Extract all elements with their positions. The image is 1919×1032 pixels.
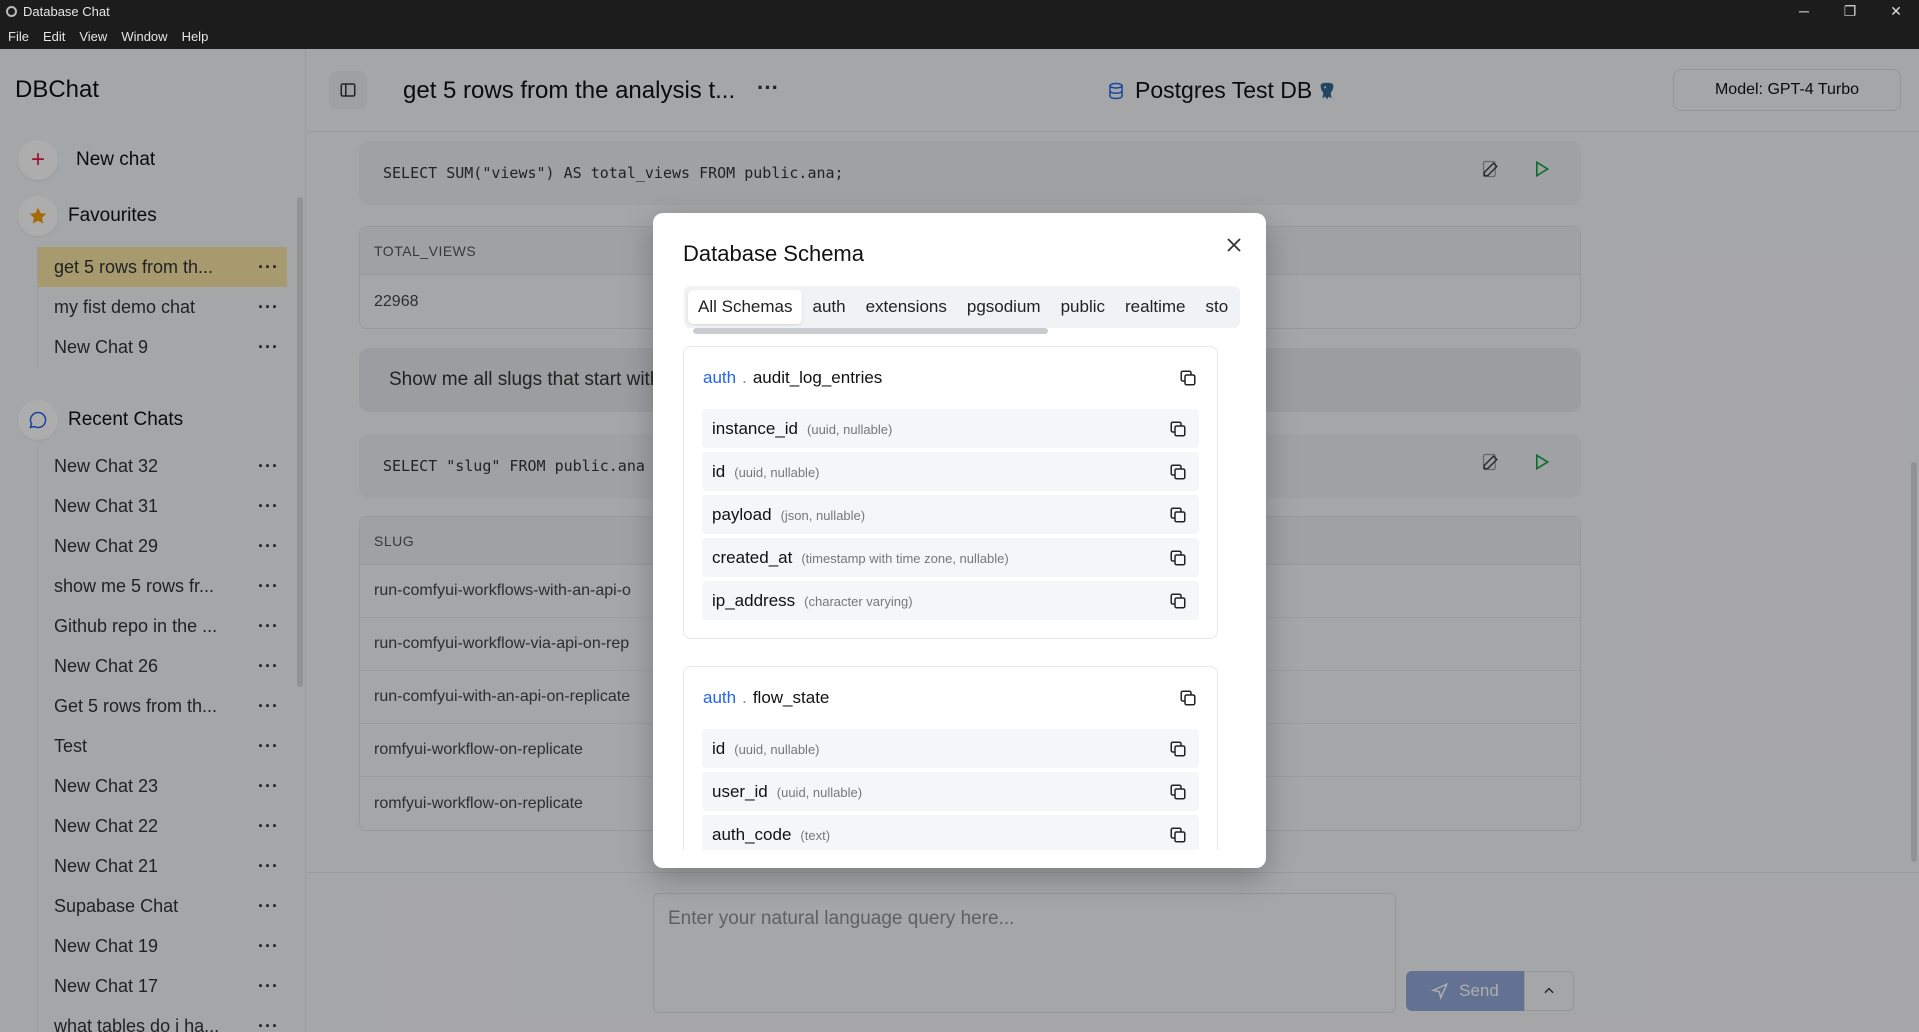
copy-icon[interactable]: [1167, 781, 1189, 803]
column-type: (uuid, nullable): [776, 784, 863, 800]
copy-icon[interactable]: [1167, 824, 1189, 846]
table-name: audit_log_entries: [752, 368, 883, 387]
column-type: (uuid, nullable): [734, 464, 820, 480]
copy-icon[interactable]: [1177, 687, 1199, 709]
column-type: (text): [800, 827, 831, 843]
app-icon: [6, 6, 17, 17]
column-info: payload (json, nullable): [712, 505, 865, 525]
column-info: id (uuid, nullable): [712, 739, 820, 759]
close-window-button[interactable]: ✕: [1873, 0, 1919, 22]
tab-extensions[interactable]: extensions: [856, 290, 957, 324]
tab-public[interactable]: public: [1051, 290, 1115, 324]
window-title: Database Chat: [23, 4, 110, 19]
dialog-title: Database Schema: [683, 241, 864, 266]
schema-tabs: All Schemas auth extensions pgsodium pub…: [684, 286, 1240, 328]
title-bar: Database Chat File Edit View Window Help…: [0, 0, 1919, 49]
copy-icon[interactable]: [1167, 590, 1189, 612]
copy-icon[interactable]: [1167, 547, 1189, 569]
menu-edit[interactable]: Edit: [43, 29, 65, 44]
column-name: payload: [712, 504, 772, 524]
column-info: instance_id (uuid, nullable): [712, 419, 892, 439]
column-row: ip_address (character varying): [702, 581, 1199, 620]
column-type: (uuid, nullable): [734, 741, 820, 757]
column-name: instance_id: [712, 418, 799, 438]
column-info: id (uuid, nullable): [712, 462, 820, 482]
column-row: user_id (uuid, nullable): [702, 772, 1199, 811]
tab-realtime[interactable]: realtime: [1115, 290, 1195, 324]
close-icon: [1227, 238, 1241, 252]
schema-table-card: auth. flow_state id (uuid, nullable) user_id…: [683, 666, 1218, 850]
column-row: instance_id (uuid, nullable): [702, 409, 1199, 448]
column-info: auth_code (text): [712, 825, 830, 845]
close-dialog-button[interactable]: [1222, 233, 1246, 257]
column-type: (json, nullable): [780, 507, 866, 523]
window-title-row: Database Chat: [0, 0, 1919, 23]
copy-icon[interactable]: [1167, 461, 1189, 483]
tab-all-schemas[interactable]: All Schemas: [688, 290, 803, 324]
schema-list: auth. audit_log_entries instance_id (uuid, …: [683, 346, 1239, 850]
column-info: user_id (uuid, nullable): [712, 782, 862, 802]
separator: .: [742, 688, 747, 707]
tab-auth[interactable]: auth: [802, 290, 855, 324]
column-name: auth_code: [712, 824, 792, 844]
column-row: created_at (timestamp with time zone, nul…: [702, 538, 1199, 577]
column-type: (character varying): [804, 593, 913, 609]
menu-file[interactable]: File: [8, 29, 29, 44]
column-row: id (uuid, nullable): [702, 729, 1199, 768]
column-type: (uuid, nullable): [807, 421, 893, 437]
table-name-header: auth. audit_log_entries: [702, 347, 1199, 409]
menu-help[interactable]: Help: [182, 29, 209, 44]
minimize-button[interactable]: ─: [1781, 0, 1827, 22]
column-name: created_at: [712, 547, 793, 567]
qualified-table-name: auth. flow_state: [703, 688, 829, 708]
table-name-header: auth. flow_state: [702, 667, 1199, 729]
separator: .: [742, 368, 747, 387]
schema-name: auth: [703, 688, 737, 707]
column-name: id: [712, 461, 726, 481]
column-row: id (uuid, nullable): [702, 452, 1199, 491]
menu-window[interactable]: Window: [121, 29, 167, 44]
column-row: auth_code (text): [702, 815, 1199, 850]
qualified-table-name: auth. audit_log_entries: [703, 368, 882, 388]
table-name: flow_state: [752, 688, 830, 707]
menu-view[interactable]: View: [79, 29, 107, 44]
column-type: (timestamp with time zone, nullable): [801, 550, 1009, 566]
column-info: ip_address (character varying): [712, 591, 913, 611]
copy-icon[interactable]: [1177, 367, 1199, 389]
column-row: payload (json, nullable): [702, 495, 1199, 534]
column-name: ip_address: [712, 590, 796, 610]
tab-pgsodium[interactable]: pgsodium: [957, 290, 1051, 324]
column-info: created_at (timestamp with time zone, nul…: [712, 548, 1009, 568]
column-name: id: [712, 738, 726, 758]
menu-bar: File Edit View Window Help: [0, 23, 1919, 49]
window-controls: ─ ❐ ✕: [1781, 0, 1919, 22]
database-schema-dialog: Database Schema All Schemas auth extensi…: [653, 213, 1266, 868]
tabs-scrollbar[interactable]: [693, 328, 1048, 334]
copy-icon[interactable]: [1167, 504, 1189, 526]
schema-table-card: auth. audit_log_entries instance_id (uuid, …: [683, 346, 1218, 639]
column-name: user_id: [712, 781, 768, 801]
copy-icon[interactable]: [1167, 738, 1189, 760]
maximize-button[interactable]: ❐: [1827, 0, 1873, 22]
schema-name: auth: [703, 368, 737, 387]
copy-icon[interactable]: [1167, 418, 1189, 440]
tab-storage[interactable]: sto: [1195, 290, 1238, 324]
